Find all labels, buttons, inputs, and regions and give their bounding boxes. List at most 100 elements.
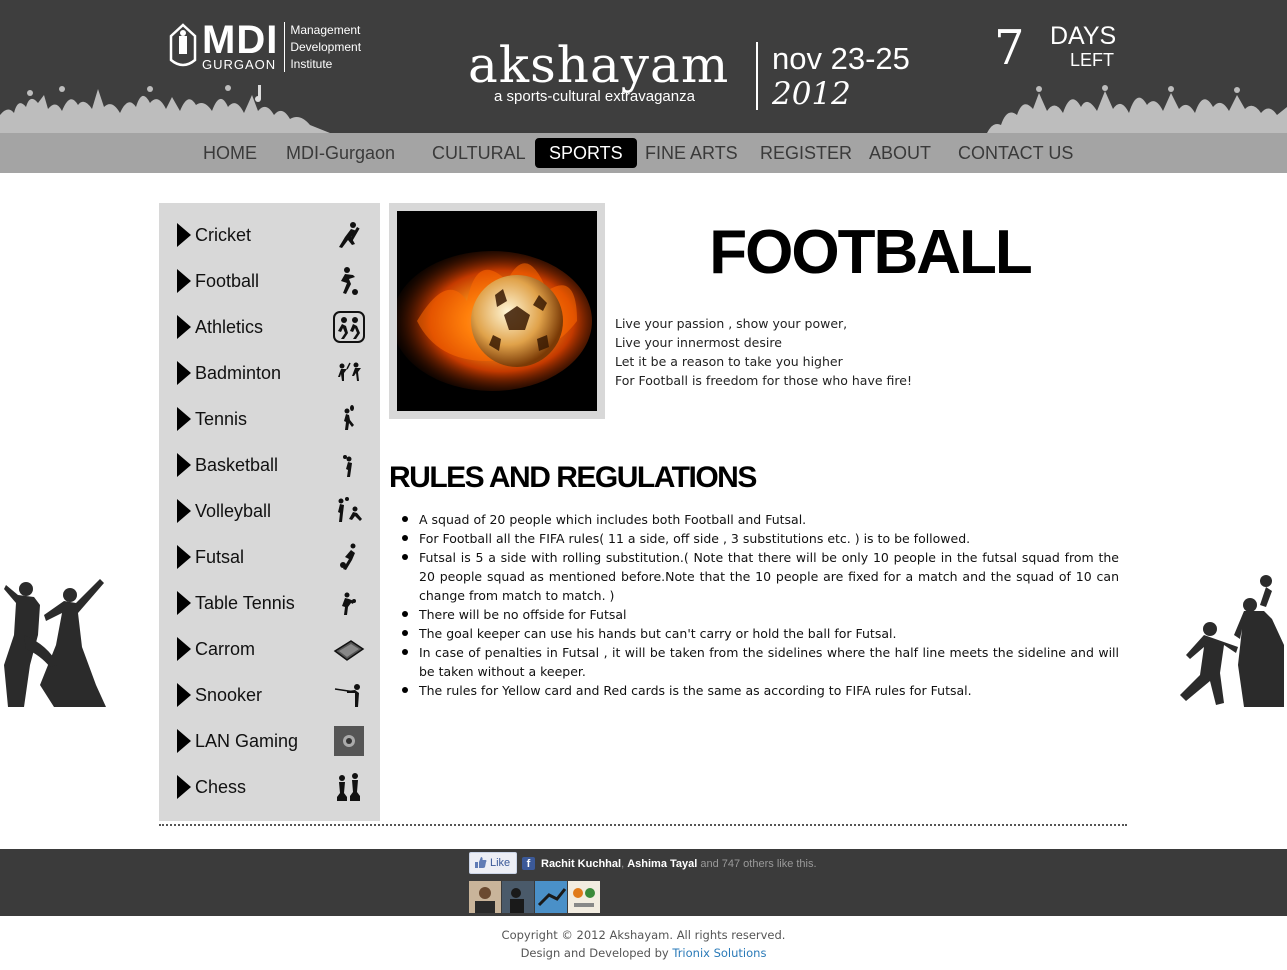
sidebar-item-label: Futsal <box>195 547 245 567</box>
sidebar-item-lan-gaming[interactable]: LAN Gaming <box>175 723 365 759</box>
like-label: Like <box>490 857 511 869</box>
sidebar-item-basketball[interactable]: Basketball <box>175 447 365 483</box>
facebook-likes-text: Rachit Kuchhal, Ashima Tayal and 747 oth… <box>541 857 817 871</box>
logo-line-1: Management <box>290 23 361 37</box>
event-year: 2012 <box>772 76 851 112</box>
sidebar-item-label: Basketball <box>195 455 279 475</box>
trionix-link[interactable]: Trionix Solutions <box>672 946 766 960</box>
sidebar-item-label: Table Tennis <box>195 593 295 613</box>
sidebar-item-futsal[interactable]: Futsal <box>175 539 365 575</box>
dancers-silhouette <box>4 579 106 707</box>
facebook-icon: f <box>522 857 535 870</box>
rule-item: In case of penalties in Futsal , it will… <box>402 645 1119 679</box>
credits-prefix: Design and Developed by <box>520 946 673 960</box>
sidebar-item-snooker[interactable]: Snooker <box>175 677 365 713</box>
fb-friend-name[interactable]: Rachit Kuchhal <box>541 858 621 870</box>
sidebar-item-table-tennis[interactable]: Table Tennis <box>175 585 365 621</box>
sidebar-item-label: Volleyball <box>195 501 272 521</box>
nav-fine-arts[interactable]: FINE ARTS <box>645 138 738 168</box>
countdown-number: 7 <box>994 20 1025 76</box>
event-brand[interactable]: akshayam a sports-cultural extravaganza <box>468 38 729 105</box>
tennis-icon <box>344 405 354 430</box>
snooker-icon <box>334 684 360 707</box>
credits-text: Design and Developed by Trionix Solution… <box>0 944 1287 962</box>
nav-mdi-gurgaon[interactable]: MDI-Gurgaon <box>286 138 395 168</box>
sport-poem: Live your passion , show your power, Liv… <box>615 314 912 390</box>
sidebar-item-carrom[interactable]: Carrom <box>175 631 365 667</box>
sports-sidebar: Cricket Football Athletics Badminton Ten… <box>159 203 380 821</box>
fb-friend-name[interactable]: Ashima Tayal <box>627 858 697 870</box>
football-icon <box>341 267 358 295</box>
avatar[interactable] <box>469 881 501 913</box>
sidebar-item-volleyball[interactable]: Volleyball <box>175 493 365 529</box>
rules-heading: RULES AND REGULATIONS <box>389 461 757 494</box>
arrow-right-icon <box>177 729 191 753</box>
copyright-footer: Copyright © 2012 Akshayam. All rights re… <box>0 926 1287 962</box>
poem-line: For Football is freedom for those who ha… <box>615 373 912 388</box>
nav-sports[interactable]: SPORTS <box>535 138 637 168</box>
mdi-logo[interactable]: MDI GURGAON Management Development Insti… <box>168 20 361 73</box>
sidebar-item-tennis[interactable]: Tennis <box>175 401 365 437</box>
rule-item: A squad of 20 people which includes both… <box>402 510 1119 529</box>
sidebar-item-label: Snooker <box>195 685 263 705</box>
nav-contact-us[interactable]: CONTACT US <box>958 138 1073 168</box>
sidebar-item-football[interactable]: Football <box>175 263 365 299</box>
sidebar-item-label: Cricket <box>195 225 252 245</box>
avatar[interactable] <box>535 881 567 913</box>
poem-line: Let it be a reason to take you higher <box>615 354 843 369</box>
sidebar-item-label: Athletics <box>195 317 264 337</box>
main-nav: HOME MDI-Gurgaon CULTURAL SPORTS FINE AR… <box>0 133 1287 173</box>
avatar[interactable] <box>502 881 534 913</box>
mdi-emblem-icon <box>169 23 197 67</box>
sidebar-item-label: Chess <box>195 777 247 797</box>
poem-line: Live your innermost desire <box>615 335 782 350</box>
facebook-like-button[interactable]: Like <box>469 852 517 874</box>
nav-about[interactable]: ABOUT <box>869 138 931 168</box>
sidebar-item-label: Football <box>195 271 260 291</box>
arrow-right-icon <box>177 637 191 661</box>
sidebar-item-cricket[interactable]: Cricket <box>175 217 365 253</box>
sidebar-item-label: Carrom <box>195 639 256 659</box>
arrow-right-icon <box>177 683 191 707</box>
table-tennis-icon <box>342 592 356 615</box>
sidebar-item-athletics[interactable]: Athletics <box>175 309 365 345</box>
arrow-right-icon <box>177 453 191 477</box>
arrow-right-icon <box>177 361 191 385</box>
carrom-icon <box>333 640 365 661</box>
event-tagline: a sports-cultural extravaganza <box>494 88 695 105</box>
page-title: FOOTBALL <box>709 218 1033 287</box>
badminton-icon <box>338 362 361 381</box>
arrow-right-icon <box>177 775 191 799</box>
sidebar-item-label: Tennis <box>195 409 248 429</box>
athletics-icon <box>333 311 365 343</box>
nav-register[interactable]: REGISTER <box>760 138 852 168</box>
event-name: akshayam <box>468 36 730 94</box>
volleyball-icon <box>338 497 362 522</box>
arrow-right-icon <box>177 223 191 247</box>
arrow-right-icon <box>177 269 191 293</box>
rule-item: Futsal is 5 a side with rolling substitu… <box>402 550 1119 603</box>
basketball-icon <box>343 455 352 477</box>
rule-item: For Football all the FIFA rules( 11 a si… <box>402 529 1119 548</box>
flaming-football-image <box>397 211 597 411</box>
avatar[interactable] <box>568 881 600 913</box>
nav-cultural[interactable]: CULTURAL <box>432 138 526 168</box>
sidebar-item-label: Badminton <box>195 363 282 383</box>
futsal-icon <box>340 543 356 570</box>
content-divider <box>159 824 1127 826</box>
fb-likes-count: and 747 others like this. <box>697 858 817 870</box>
sport-photo-frame <box>389 203 605 419</box>
rules-list: A squad of 20 people which includes both… <box>402 510 1119 700</box>
event-date-range: nov 23-25 <box>772 41 910 76</box>
sidebar-item-chess[interactable]: Chess <box>175 769 365 805</box>
nav-home[interactable]: HOME <box>203 138 257 168</box>
sidebar-item-badminton[interactable]: Badminton <box>175 355 365 391</box>
logo-line-3: Institute <box>290 57 333 71</box>
arrow-right-icon <box>177 499 191 523</box>
arrow-right-icon <box>177 315 191 339</box>
crowd-silhouette-left <box>0 85 330 133</box>
flaming-ball-graphic <box>397 211 597 411</box>
sidebar-item-label: LAN Gaming <box>195 731 299 751</box>
chess-icon <box>337 773 360 801</box>
copyright-text: Copyright © 2012 Akshayam. All rights re… <box>501 928 786 942</box>
